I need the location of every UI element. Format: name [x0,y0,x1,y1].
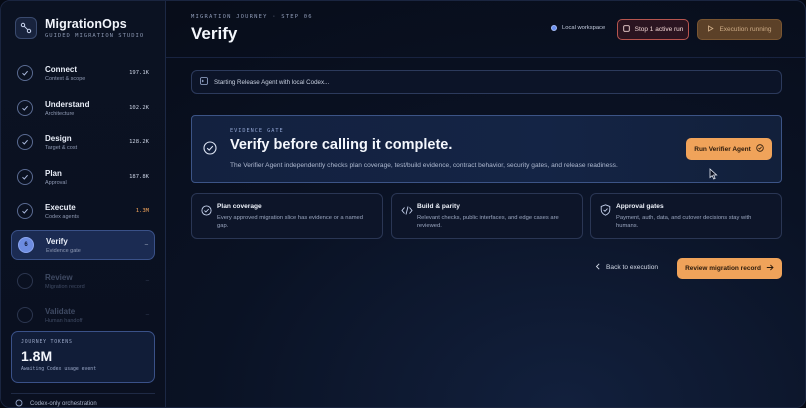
back-label: Back to execution [606,264,659,271]
header-divider [166,57,805,58]
step-name: Validate [45,306,76,316]
page-title: Verify [191,24,238,43]
stop-run-button[interactable]: Stop 1 active run [617,19,689,40]
step-name: Execute [45,202,76,212]
step-execute[interactable]: Execute Codex agents 1.3M [11,196,155,226]
step-tokens: 1.3M [135,208,149,214]
step-tokens: 197.1K [129,70,149,76]
review-label: Review migration record [685,265,761,272]
execution-running-button[interactable]: Execution running [697,19,782,40]
step-sub: Codex agents [45,213,79,220]
status-bar: Starting Release Agent with local Codex.… [191,70,782,94]
check-icon [17,203,33,219]
status-text: Starting Release Agent with local Codex.… [214,78,330,86]
step-sub: Architecture [45,110,75,117]
step-connect[interactable]: Connect Context & scope 197.1K [11,58,155,88]
gate-label: EVIDENCE GATE [230,128,284,134]
step-plan[interactable]: Plan Approval 187.8K [11,162,155,192]
step-sub: Target & cost [45,144,78,151]
stop-icon [622,25,630,34]
step-circle [17,273,33,289]
chevron-left-icon [595,263,601,272]
check-icon [17,65,33,81]
step-name: Connect [45,64,77,74]
step-sub: Context & scope [45,75,86,82]
brand-title: MigrationOps [45,17,127,31]
step-name: Understand [45,99,90,109]
brand-subtitle: GUIDED MIGRATION STUDIO [45,33,145,39]
card-desc: Relevant checks, public interfaces, and … [417,215,559,230]
card-plan-coverage: Plan coverage Every approved migration s… [191,193,383,239]
step-verify[interactable]: 6 Verify Evidence gate – [11,230,155,260]
card-build-parity: Build & parity Relevant checks, public i… [391,193,583,239]
play-icon [707,25,715,34]
mouse-cursor-icon [709,167,718,185]
radio-dot-icon [551,25,557,31]
check-circle-icon [201,203,212,221]
step-tokens: – [145,278,149,284]
review-record-button[interactable]: Review migration record [677,258,782,279]
step-design[interactable]: Design Target & cost 128.2K [11,127,155,157]
step-sub: Evidence gate [46,247,81,254]
orchestration-icon [15,399,23,407]
gate-description: The Verifier Agent independently checks … [230,162,618,169]
logo-icon [15,17,37,39]
step-name: Plan [45,168,62,178]
check-icon [17,100,33,116]
step-number: 6 [18,237,34,253]
step-circle [17,307,33,323]
step-tokens: 128.2K [129,139,149,145]
workspace-label: Local workspace [562,25,606,31]
terminal-icon [200,77,208,87]
footer-text: Codex-only orchestration [30,401,97,407]
evidence-gate-panel: EVIDENCE GATE Verify before calling it c… [191,115,782,183]
tokens-label: JOURNEY TOKENS [21,340,73,345]
step-validate[interactable]: Validate Human handoff – [11,300,155,330]
card-title: Plan coverage [217,203,262,210]
brand: MigrationOps GUIDED MIGRATION STUDIO [15,17,144,39]
tokens-note: Awaiting Codex usage event [21,367,97,372]
step-understand[interactable]: Understand Architecture 102.2K [11,93,155,123]
step-tokens: – [144,242,148,248]
journey-tokens-card: JOURNEY TOKENS 1.8M Awaiting Codex usage… [11,331,155,383]
back-to-execution-link[interactable]: Back to execution [595,263,658,272]
divider [11,393,155,394]
exec-label: Execution running [719,26,772,33]
card-approval-gates: Approval gates Payment, auth, data, and … [590,193,782,239]
code-icon [401,203,413,221]
tokens-value: 1.8M [21,348,53,364]
gate-heading: Verify before calling it complete. [230,137,453,153]
step-tokens: 102.2K [129,105,149,111]
step-review[interactable]: Review Migration record – [11,266,155,296]
sidebar: MigrationOps GUIDED MIGRATION STUDIO Con… [1,1,166,407]
run-verifier-button[interactable]: Run Verifier Agent [686,138,772,160]
check-circle-icon [756,144,764,154]
step-sub: Human handoff [45,317,83,324]
step-sub: Migration record [45,283,85,290]
card-title: Build & parity [417,203,460,210]
run-label: Run Verifier Agent [694,145,751,153]
stop-label: Stop 1 active run [634,26,684,33]
check-icon [17,169,33,185]
arrow-right-icon [766,264,774,273]
step-name: Design [45,133,72,143]
card-desc: Every approved migration slice has evide… [217,215,363,230]
sidebar-footer: Codex-only orchestration [15,399,97,407]
step-tokens: – [145,312,149,318]
breadcrumb: MIGRATION JOURNEY · STEP 06 [191,14,313,20]
step-tokens: 187.8K [129,174,149,180]
step-name: Review [45,272,73,282]
check-icon [17,134,33,150]
card-desc: Payment, auth, data, and cutover decisio… [616,215,752,230]
step-sub: Approval [45,179,67,186]
check-circle-icon [203,141,217,160]
shield-check-icon [600,203,611,221]
workspace-indicator[interactable]: Local workspace [551,25,605,31]
step-name: Verify [46,236,68,246]
app-window: MigrationOps GUIDED MIGRATION STUDIO Con… [0,0,806,408]
card-title: Approval gates [616,203,664,210]
